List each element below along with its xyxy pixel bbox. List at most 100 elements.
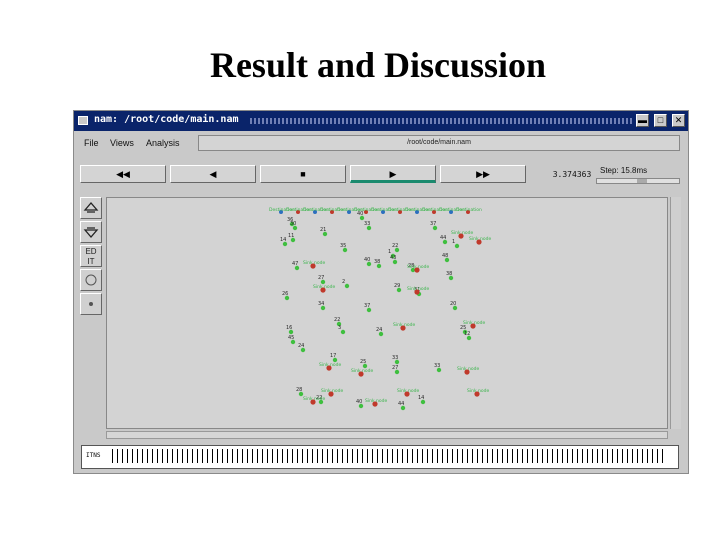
- maximize-button[interactable]: □: [654, 114, 667, 127]
- sink-node[interactable]: Sink node: [397, 388, 419, 397]
- edit-button[interactable]: ED IT: [80, 245, 102, 267]
- node-label: 37: [430, 221, 436, 227]
- sink-node[interactable]: Sink node: [407, 264, 429, 273]
- network-node[interactable]: 37: [364, 303, 372, 313]
- network-node[interactable]: 45: [288, 335, 296, 345]
- sink-label: Sink node: [321, 388, 343, 394]
- node-label: 30: [290, 221, 296, 227]
- timeline-knob[interactable]: ITNS: [86, 449, 108, 463]
- network-node[interactable]: 3: [338, 325, 346, 335]
- network-node[interactable]: 44: [440, 235, 448, 245]
- menu-views[interactable]: Views: [110, 138, 134, 148]
- network-node[interactable]: 24: [376, 327, 384, 337]
- node-dot: [344, 283, 350, 289]
- close-button[interactable]: ✕: [672, 114, 685, 127]
- window-titlebar[interactable]: nam: /root/code/main.nam ▬ □ ✕: [74, 111, 688, 131]
- sink-node[interactable]: Sink node: [313, 284, 335, 293]
- network-node[interactable]: 35: [340, 243, 348, 253]
- destination-node[interactable]: Destination: [456, 207, 482, 214]
- node-icon[interactable]: [80, 293, 102, 315]
- network-node[interactable]: 25: [360, 359, 368, 369]
- network-node[interactable]: 40: [356, 399, 364, 409]
- window-menu-icon[interactable]: [78, 116, 88, 125]
- network-node[interactable]: 29: [394, 283, 402, 293]
- step-back-button[interactable]: ◀: [170, 165, 256, 183]
- zoom-in-icon[interactable]: [80, 197, 102, 219]
- network-node[interactable]: 33: [392, 355, 400, 365]
- network-node[interactable]: 33: [434, 363, 442, 373]
- network-node[interactable]: 1: [452, 239, 460, 249]
- sink-label: Sink node: [303, 260, 325, 266]
- vertical-scrollbar[interactable]: [670, 197, 681, 429]
- network-node[interactable]: 38: [446, 271, 454, 281]
- window-title: nam: /root/code/main.nam: [94, 114, 239, 125]
- node-label: 26: [282, 291, 288, 297]
- sink-node[interactable]: Sink node: [321, 388, 343, 397]
- step-slider-thumb[interactable]: [637, 179, 647, 183]
- network-node[interactable]: 37: [430, 221, 438, 231]
- monitor-icon[interactable]: [80, 269, 102, 291]
- node-label: 33: [364, 221, 370, 227]
- network-node[interactable]: 24: [298, 343, 306, 353]
- timeline-slider[interactable]: ITNS: [81, 445, 679, 469]
- network-node[interactable]: 27: [392, 365, 400, 375]
- sink-node[interactable]: Sink node: [467, 388, 489, 397]
- file-path-field: /root/code/main.nam: [198, 135, 680, 151]
- fast-forward-button[interactable]: ▶▶: [440, 165, 526, 183]
- sink-node[interactable]: Sink node: [407, 286, 429, 295]
- network-node[interactable]: 22: [392, 243, 400, 253]
- network-node[interactable]: 2: [342, 279, 350, 289]
- network-node[interactable]: 43: [390, 255, 398, 265]
- sink-node[interactable]: Sink node: [365, 398, 387, 407]
- sink-node[interactable]: Sink node: [319, 362, 341, 371]
- step-slider[interactable]: [596, 178, 680, 184]
- play-button[interactable]: ▶: [350, 165, 436, 183]
- network-node[interactable]: 27: [318, 275, 326, 285]
- network-node[interactable]: 28: [296, 387, 304, 397]
- network-node[interactable]: 30: [290, 221, 298, 231]
- zoom-out-icon[interactable]: [80, 221, 102, 243]
- sink-label: Sink node: [397, 388, 419, 394]
- sink-node[interactable]: Sink node: [351, 368, 373, 377]
- step-label-text: Step:: [600, 166, 619, 175]
- node-label: 16: [286, 325, 292, 331]
- node-label: 2: [342, 279, 345, 285]
- node-label: 43: [390, 255, 396, 261]
- network-node[interactable]: 44: [398, 401, 406, 411]
- network-node[interactable]: 11: [288, 233, 296, 243]
- network-node[interactable]: 21: [320, 227, 328, 237]
- network-node[interactable]: 47: [292, 261, 300, 271]
- network-node[interactable]: 20: [450, 301, 458, 311]
- minimize-button[interactable]: ▬: [636, 114, 649, 127]
- network-node[interactable]: 14: [280, 237, 288, 247]
- node-dot: [454, 243, 460, 249]
- network-node[interactable]: 26: [282, 291, 290, 301]
- stop-button[interactable]: ■: [260, 165, 346, 183]
- network-node[interactable]: 38: [374, 259, 382, 269]
- sink-label: Sink node: [407, 264, 429, 270]
- sink-label: Sink node: [365, 398, 387, 404]
- network-node[interactable]: 17: [330, 353, 338, 363]
- rewind-button[interactable]: ◀◀: [80, 165, 166, 183]
- node-label: 35: [340, 243, 346, 249]
- network-node[interactable]: 40: [357, 211, 365, 221]
- menu-analysis[interactable]: Analysis: [146, 138, 180, 148]
- network-node[interactable]: 34: [318, 301, 326, 311]
- node-label: 33: [392, 355, 398, 361]
- network-node[interactable]: 48: [442, 253, 450, 263]
- network-node[interactable]: 12: [464, 331, 472, 341]
- sink-node[interactable]: Sink node: [393, 322, 415, 331]
- node-label: 40: [356, 399, 362, 405]
- menu-file[interactable]: File: [84, 138, 99, 148]
- sink-label: Sink node: [393, 322, 415, 328]
- sink-node[interactable]: Sink node: [303, 260, 325, 269]
- horizontal-scrollbar[interactable]: [106, 431, 668, 439]
- network-node[interactable]: 40: [364, 257, 372, 267]
- sink-label: Sink node: [351, 368, 373, 374]
- network-node[interactable]: 16: [286, 325, 294, 335]
- network-canvas[interactable]: DestinationDestinationDestinationDestina…: [106, 197, 668, 429]
- network-node[interactable]: 33: [364, 221, 372, 231]
- network-node[interactable]: 14: [418, 395, 426, 405]
- sink-node[interactable]: Sink node: [457, 366, 479, 375]
- sink-node[interactable]: Sink node: [469, 236, 491, 245]
